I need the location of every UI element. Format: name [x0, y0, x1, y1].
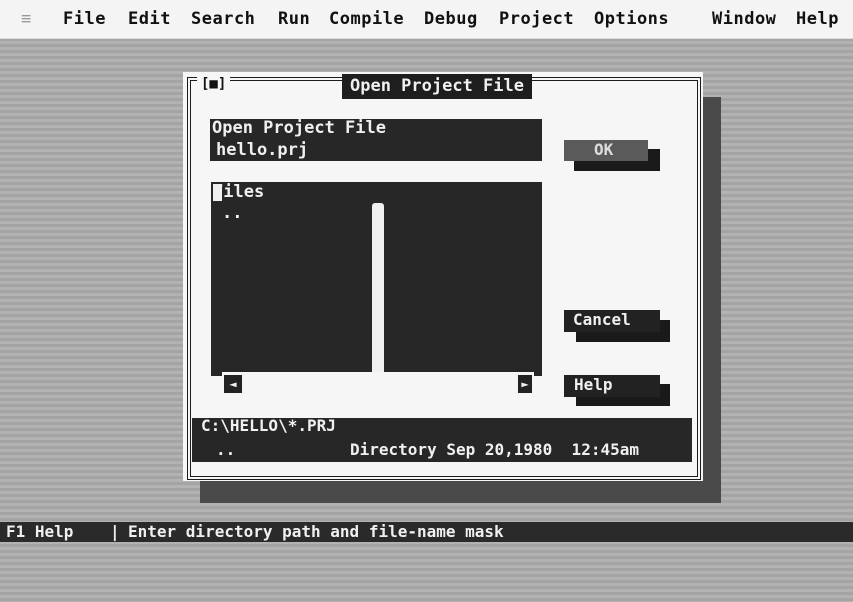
ok-button[interactable]: OK: [564, 140, 648, 161]
scroll-right-icon[interactable]: ►: [518, 375, 532, 393]
menu-help[interactable]: Help: [796, 9, 839, 29]
list-column-divider: [372, 203, 384, 377]
help-button[interactable]: Help: [564, 375, 660, 397]
menu-file[interactable]: File: [63, 9, 106, 29]
system-menu-icon[interactable]: ≡: [21, 9, 32, 29]
file-mask-path: C:\HELLO\*.PRJ: [201, 416, 336, 435]
project-file-value[interactable]: hello.prj: [216, 140, 308, 160]
menu-search[interactable]: Search: [191, 9, 255, 29]
project-file-label: Open Project File: [212, 118, 386, 138]
list-item[interactable]: ..: [222, 203, 242, 223]
menu-options[interactable]: Options: [594, 9, 669, 29]
selected-file-details: Directory Sep 20,1980 12:45am: [350, 440, 639, 459]
menu-edit[interactable]: Edit: [128, 9, 171, 29]
horizontal-scrollbar[interactable]: [222, 372, 534, 396]
files-label: Files: [213, 182, 265, 202]
dialog-title: Open Project File: [342, 74, 532, 99]
close-icon[interactable]: [■]: [197, 75, 231, 93]
menu-compile[interactable]: Compile: [329, 9, 404, 29]
menu-debug[interactable]: Debug: [424, 9, 478, 29]
status-bar: F1 Help | Enter directory path and file-…: [0, 522, 853, 542]
menu-bar: ≡ File Edit Search Run Compile Debug Pro…: [0, 0, 853, 39]
status-help-key[interactable]: F1 Help: [6, 522, 73, 542]
menu-window[interactable]: Window: [712, 9, 776, 29]
cancel-button[interactable]: Cancel: [564, 310, 660, 332]
scroll-left-icon[interactable]: ◄: [224, 375, 242, 393]
status-separator: |: [110, 522, 120, 541]
selected-file-name: ..: [216, 440, 236, 459]
status-message: Enter directory path and file-name mask: [128, 522, 504, 541]
menu-run[interactable]: Run: [278, 9, 310, 29]
menu-project[interactable]: Project: [499, 9, 574, 29]
